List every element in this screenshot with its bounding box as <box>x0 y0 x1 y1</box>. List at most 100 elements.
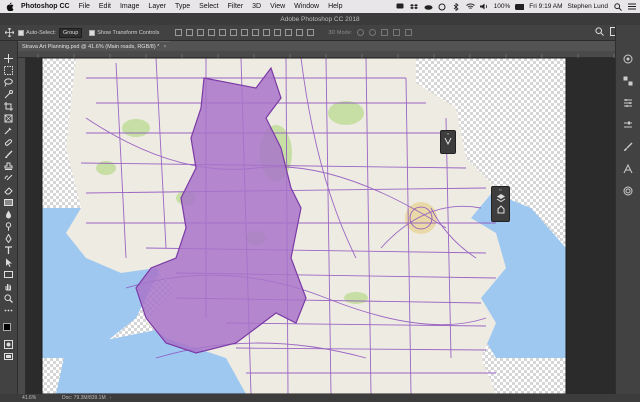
scale-3d-icon[interactable] <box>405 29 413 36</box>
apple-icon[interactable] <box>5 2 15 12</box>
sync-icon[interactable] <box>438 2 447 11</box>
distribute-hcenter-icon[interactable] <box>285 29 293 36</box>
auto-select-dropdown[interactable]: Group <box>58 27 83 38</box>
blur-tool-button[interactable] <box>3 209 14 220</box>
menu-view[interactable]: View <box>270 3 285 10</box>
menu-edit[interactable]: Edit <box>99 3 111 10</box>
crop-tool-button[interactable] <box>3 101 14 112</box>
dodge-tool-button[interactable] <box>3 221 14 232</box>
distribute-vcenter-icon[interactable] <box>252 29 260 36</box>
notification-center-icon[interactable] <box>627 2 636 11</box>
hand-tool-button[interactable] <box>3 281 14 292</box>
align-top-icon[interactable] <box>175 29 183 36</box>
zoom-level[interactable]: 41.6% <box>22 395 52 401</box>
libraries-icon[interactable] <box>495 204 507 216</box>
distribute-top-icon[interactable] <box>241 29 249 36</box>
quick-select-tool-button[interactable] <box>3 89 14 100</box>
type-tool-button[interactable] <box>3 245 14 256</box>
menu-layer[interactable]: Layer <box>148 3 166 10</box>
menu-app-name[interactable]: Photoshop CC <box>21 3 70 10</box>
adjustments-panel-icon[interactable] <box>622 97 634 109</box>
align-left-icon[interactable] <box>208 29 216 36</box>
rectangle-tool-button[interactable] <box>3 269 14 280</box>
menu-help[interactable]: Help <box>328 3 342 10</box>
volume-icon[interactable] <box>479 2 489 11</box>
battery-icon[interactable] <box>515 2 525 11</box>
pen-tool-button[interactable] <box>3 233 14 244</box>
battery-percent: 100% <box>493 3 511 10</box>
wifi-icon[interactable] <box>465 2 475 11</box>
clone-stamp-tool-button[interactable] <box>3 161 14 172</box>
color-swatches[interactable] <box>2 323 15 335</box>
menu-3d[interactable]: 3D <box>252 3 261 10</box>
foreground-color-swatch[interactable] <box>2 323 11 331</box>
frame-tool-button[interactable] <box>3 113 14 124</box>
auto-align-icon[interactable] <box>307 29 315 36</box>
align-hcenter-icon[interactable] <box>219 29 227 36</box>
user-name[interactable]: Stephen Lund <box>568 3 608 10</box>
show-transform-checkbox[interactable] <box>89 29 96 36</box>
move-tool-button[interactable] <box>3 53 14 64</box>
channels-panel-icon[interactable] <box>622 185 634 197</box>
slide-3d-icon[interactable] <box>393 29 401 36</box>
zoom-tool-button[interactable] <box>3 293 14 304</box>
menu-image[interactable]: Image <box>120 3 139 10</box>
floating-panel-brush: ▪▪ <box>440 130 456 154</box>
quick-mask-icon[interactable] <box>3 339 14 350</box>
eyedropper-tool-button[interactable] <box>3 125 14 136</box>
auto-select-checkbox[interactable] <box>18 29 24 36</box>
distribute-left-icon[interactable] <box>274 29 282 36</box>
chat-icon[interactable] <box>396 2 405 11</box>
healing-brush-tool-button[interactable] <box>3 137 14 148</box>
search-icon[interactable] <box>595 27 604 38</box>
horizontal-ruler[interactable] <box>18 51 615 58</box>
color-panel-icon[interactable] <box>622 53 634 65</box>
brush-settings-icon[interactable] <box>443 136 453 146</box>
align-right-icon[interactable] <box>230 29 238 36</box>
gradient-tool-button[interactable] <box>3 197 14 208</box>
menu-type[interactable]: Type <box>175 3 190 10</box>
align-buttons <box>175 29 315 36</box>
status-menu-arrow-icon[interactable]: › <box>110 395 112 401</box>
status-bar: 41.6% Doc: 79.3M/839.1M › <box>0 394 640 402</box>
options-bar: Auto-Select: Group Show Transform Contro… <box>0 25 640 41</box>
menu-window[interactable]: Window <box>294 3 319 10</box>
close-tab-icon[interactable]: × <box>163 44 166 50</box>
three-d-mode-label: 3D Mode: <box>328 29 353 36</box>
canvas-area[interactable]: ▪▪ ▪▪ <box>26 58 615 394</box>
cloud-icon[interactable] <box>424 2 433 11</box>
move-tool-icon[interactable] <box>4 28 14 38</box>
bluetooth-icon[interactable] <box>452 2 461 11</box>
distribute-right-icon[interactable] <box>296 29 304 36</box>
brush-tool-button[interactable] <box>3 149 14 160</box>
clock[interactable]: Fri 9:19 AM <box>529 3 562 10</box>
drag-3d-icon[interactable] <box>381 29 389 36</box>
window-title: Adobe Photoshop CC 2018 <box>280 15 360 23</box>
marquee-tool-button[interactable] <box>3 65 14 76</box>
roll-3d-icon[interactable] <box>369 29 377 36</box>
document-size[interactable]: Doc: 79.3M/839.1M <box>62 395 106 401</box>
align-vcenter-icon[interactable] <box>186 29 194 36</box>
screen-mode-icon[interactable] <box>3 351 14 362</box>
vertical-ruler[interactable] <box>18 58 26 394</box>
align-bottom-icon[interactable] <box>197 29 205 36</box>
character-panel-icon[interactable] <box>622 163 634 175</box>
eraser-tool-button[interactable] <box>3 185 14 196</box>
more-tools-icon[interactable] <box>3 305 14 316</box>
park <box>122 119 150 137</box>
dropbox-icon[interactable] <box>410 2 419 11</box>
menu-filter[interactable]: Filter <box>228 3 244 10</box>
spotlight-search-icon[interactable] <box>613 2 622 11</box>
orbit-3d-icon[interactable] <box>357 29 365 36</box>
menu-select[interactable]: Select <box>199 3 218 10</box>
swatches-panel-icon[interactable] <box>622 75 634 87</box>
path-selection-tool-button[interactable] <box>3 257 14 268</box>
properties-panel-icon[interactable] <box>622 119 634 131</box>
layers-icon[interactable] <box>495 192 507 204</box>
menu-file[interactable]: File <box>79 3 90 10</box>
lasso-tool-button[interactable] <box>3 77 14 88</box>
document-tab[interactable]: Strava Art Planning.psd @ 41.6% (Main ro… <box>18 41 170 51</box>
brush-panel-icon[interactable] <box>622 141 634 153</box>
distribute-bottom-icon[interactable] <box>263 29 271 36</box>
history-brush-tool-button[interactable] <box>3 173 14 184</box>
